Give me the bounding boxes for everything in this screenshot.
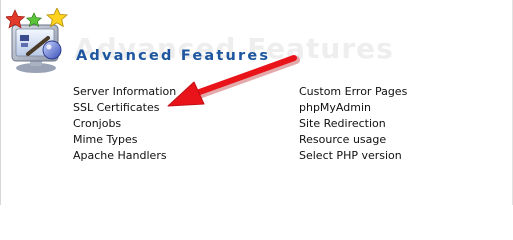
links-column-left: Server Information SSL Certificates Cron… [73, 84, 176, 164]
panel-left-border [0, 0, 1, 205]
custom-error-pages-link[interactable]: Custom Error Pages [299, 84, 407, 100]
phpmyadmin-link[interactable]: phpMyAdmin [299, 100, 407, 116]
section-title: Advanced Features [76, 48, 271, 64]
links-column-right: Custom Error Pages phpMyAdmin Site Redir… [299, 84, 407, 164]
advanced-features-panel: Advanced Features Advanced Features Serv… [0, 0, 513, 205]
apache-handlers-link[interactable]: Apache Handlers [73, 148, 176, 164]
server-information-link[interactable]: Server Information [73, 84, 176, 100]
ssl-certificates-link[interactable]: SSL Certificates [73, 100, 176, 116]
resource-usage-link[interactable]: Resource usage [299, 132, 407, 148]
mime-types-link[interactable]: Mime Types [73, 132, 176, 148]
cronjobs-link[interactable]: Cronjobs [73, 116, 176, 132]
advanced-features-icon [6, 8, 68, 73]
select-php-version-link[interactable]: Select PHP version [299, 148, 407, 164]
site-redirection-link[interactable]: Site Redirection [299, 116, 407, 132]
